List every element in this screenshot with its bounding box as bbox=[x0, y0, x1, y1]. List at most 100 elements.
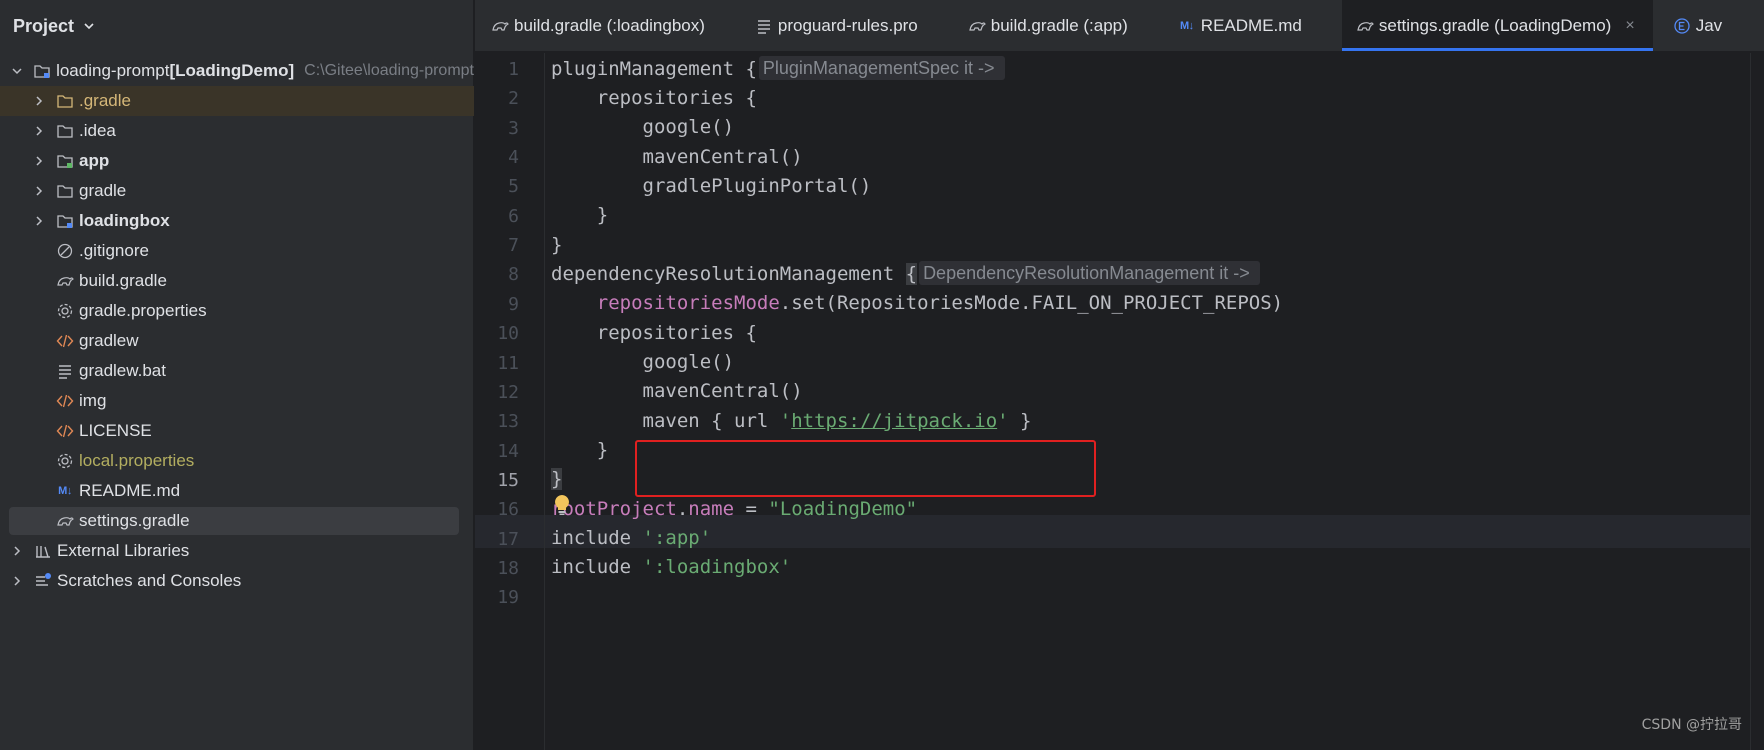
matched-brace: { bbox=[905, 263, 918, 285]
tree-item-readme[interactable]: M↓ README.md bbox=[0, 476, 474, 506]
tab-build-gradle-loadingbox[interactable]: build.gradle (:loadingbox) bbox=[475, 0, 723, 51]
tree-item-license[interactable]: LICENSE bbox=[0, 416, 474, 446]
line-number: 16 bbox=[497, 499, 519, 520]
tree-item-app[interactable]: app bbox=[0, 146, 474, 176]
module-folder-icon bbox=[33, 61, 52, 81]
tree-item-settings-gradle[interactable]: settings.gradle bbox=[0, 506, 474, 536]
gear-icon bbox=[55, 451, 75, 471]
tree-item-label: gradle.properties bbox=[79, 301, 207, 320]
code-line-12[interactable]: mavenCentral() bbox=[551, 375, 803, 408]
chevron-down-icon[interactable] bbox=[9, 63, 25, 79]
chevron-down-icon[interactable] bbox=[82, 19, 96, 33]
tree-item-img[interactable]: img bbox=[0, 386, 474, 416]
tree-item-scratches[interactable]: Scratches and Consoles bbox=[0, 566, 474, 596]
tab-label: settings.gradle (LoadingDemo) bbox=[1378, 15, 1612, 35]
tree-item-label: local.properties bbox=[79, 451, 195, 470]
folder-icon bbox=[55, 121, 75, 141]
line-number: 8 bbox=[508, 264, 519, 285]
tab-label: build.gradle (:loadingbox) bbox=[514, 15, 705, 35]
code-editor[interactable]: 1 2 3 4 5 6 7 8 9 10 11 12 13 14 15 16 17 18 19 pluginMana… bbox=[475, 53, 1764, 750]
tree-item-label: gradlew.bat bbox=[79, 361, 166, 380]
tree-item-label: .gradle bbox=[79, 91, 131, 110]
project-tool-window: Project loading-prompt [LoadingDemo] C:\… bbox=[0, 0, 474, 750]
inlay-hint: PluginManagementSpec it -> bbox=[758, 56, 1005, 80]
code-line-13[interactable]: maven { url 'https://jitpack.io' } bbox=[551, 405, 1032, 438]
tree-item-gradle-cache[interactable]: .gradle bbox=[0, 86, 474, 116]
module-folder-icon bbox=[55, 151, 75, 171]
tree-item-build-gradle[interactable]: build.gradle bbox=[0, 266, 474, 296]
jitpack-url-link[interactable]: https://jitpack.io bbox=[791, 410, 997, 432]
tree-item-gradlew[interactable]: gradlew bbox=[0, 326, 474, 356]
chevron-right-icon[interactable] bbox=[31, 123, 47, 139]
tab-java[interactable]: Jav bbox=[1653, 0, 1740, 51]
library-icon bbox=[33, 541, 53, 561]
tree-item-gradle[interactable]: gradle bbox=[0, 176, 474, 206]
tab-build-gradle-app[interactable]: build.gradle (:app) bbox=[936, 0, 1146, 51]
tree-item-label: gradle bbox=[79, 181, 127, 200]
chevron-right-icon[interactable] bbox=[31, 93, 47, 109]
gear-icon bbox=[55, 301, 75, 321]
tree-item-gradlew-bat[interactable]: gradlew.bat bbox=[0, 356, 474, 386]
watermark: CSDN @拧拉哥 bbox=[1641, 717, 1742, 733]
tree-item-label: img bbox=[79, 391, 107, 410]
gradle-icon bbox=[55, 271, 75, 291]
tree-item-project-name: [LoadingDemo] bbox=[169, 61, 295, 80]
tree-item-gradle-properties[interactable]: gradle.properties bbox=[0, 296, 474, 326]
close-icon[interactable]: × bbox=[1625, 17, 1634, 35]
tree-item-idea[interactable]: .idea bbox=[0, 116, 474, 146]
tab-label: README.md bbox=[1200, 15, 1302, 35]
chevron-right-icon[interactable] bbox=[31, 183, 47, 199]
code-icon bbox=[55, 391, 75, 411]
tree-item-label: loading-prompt bbox=[56, 61, 170, 80]
editor-scrollbar[interactable] bbox=[1750, 53, 1764, 750]
tree-item-label: build.gradle bbox=[79, 271, 167, 290]
line-number: 13 bbox=[497, 411, 519, 432]
chevron-right-icon[interactable] bbox=[31, 153, 47, 169]
tree-item-label: External Libraries bbox=[57, 541, 190, 560]
module-folder-icon bbox=[55, 211, 75, 231]
tree-item-label: README.md bbox=[79, 481, 181, 500]
tab-label: Jav bbox=[1695, 15, 1723, 35]
project-panel-header[interactable]: Project bbox=[0, 0, 474, 52]
tree-item-label: .idea bbox=[79, 121, 116, 140]
tree-item-gitignore[interactable]: .gitignore bbox=[0, 236, 474, 266]
tree-item-label: gradlew bbox=[79, 331, 139, 350]
tree-item-external-libraries[interactable]: External Libraries bbox=[0, 536, 474, 566]
project-panel-title: Project bbox=[13, 15, 75, 36]
gradle-icon bbox=[491, 17, 509, 35]
gradle-icon bbox=[968, 17, 986, 35]
tab-proguard-rules[interactable]: proguard-rules.pro bbox=[723, 0, 936, 51]
tab-label: proguard-rules.pro bbox=[777, 15, 918, 35]
project-path: C:\Gitee\loading-prompt bbox=[304, 62, 474, 79]
tab-readme[interactable]: M↓ README.md bbox=[1146, 0, 1320, 51]
editor-tab-bar: build.gradle (:loadingbox) proguard-rule… bbox=[475, 0, 1764, 52]
markdown-icon: M↓ bbox=[1179, 19, 1194, 32]
tree-item-loadingbox[interactable]: loadingbox bbox=[0, 206, 474, 236]
highlight-annotation-box bbox=[635, 440, 1096, 497]
tree-item-label: Scratches and Consoles bbox=[57, 571, 242, 590]
tree-item-local-properties[interactable]: local.properties bbox=[0, 446, 474, 476]
tree-item-label: app bbox=[79, 151, 110, 170]
code-line-3[interactable]: google() bbox=[551, 111, 735, 144]
gutter-divider bbox=[544, 53, 545, 750]
ignore-icon bbox=[55, 241, 75, 261]
tree-item-root[interactable]: loading-prompt [LoadingDemo] C:\Gitee\lo… bbox=[0, 56, 474, 86]
code-icon bbox=[55, 421, 75, 441]
tree-item-label: loadingbox bbox=[79, 211, 170, 230]
chevron-right-icon[interactable] bbox=[9, 573, 25, 589]
gradle-icon bbox=[1356, 17, 1374, 35]
chevron-right-icon[interactable] bbox=[31, 213, 47, 229]
text-lines-icon bbox=[755, 17, 773, 35]
code-icon bbox=[55, 331, 75, 351]
chevron-right-icon[interactable] bbox=[9, 543, 25, 559]
project-tree: loading-prompt [LoadingDemo] C:\Gitee\lo… bbox=[0, 56, 474, 596]
tab-label: build.gradle (:app) bbox=[990, 15, 1128, 35]
folder-icon bbox=[55, 181, 75, 201]
code-line-6[interactable]: } bbox=[551, 199, 608, 232]
line-number-gutter: 1 2 3 4 5 6 7 8 9 10 11 12 13 14 15 16 17 18 19 bbox=[475, 53, 545, 750]
code-line-9[interactable]: repositoriesMode.set(RepositoriesMode.FA… bbox=[551, 287, 1283, 320]
code-line-15[interactable]: } bbox=[551, 463, 563, 496]
tab-settings-gradle[interactable]: settings.gradle (LoadingDemo) × bbox=[1341, 0, 1653, 51]
code-line-18[interactable]: include ':loadingbox' bbox=[551, 551, 791, 584]
lightbulb-icon[interactable] bbox=[553, 494, 571, 516]
